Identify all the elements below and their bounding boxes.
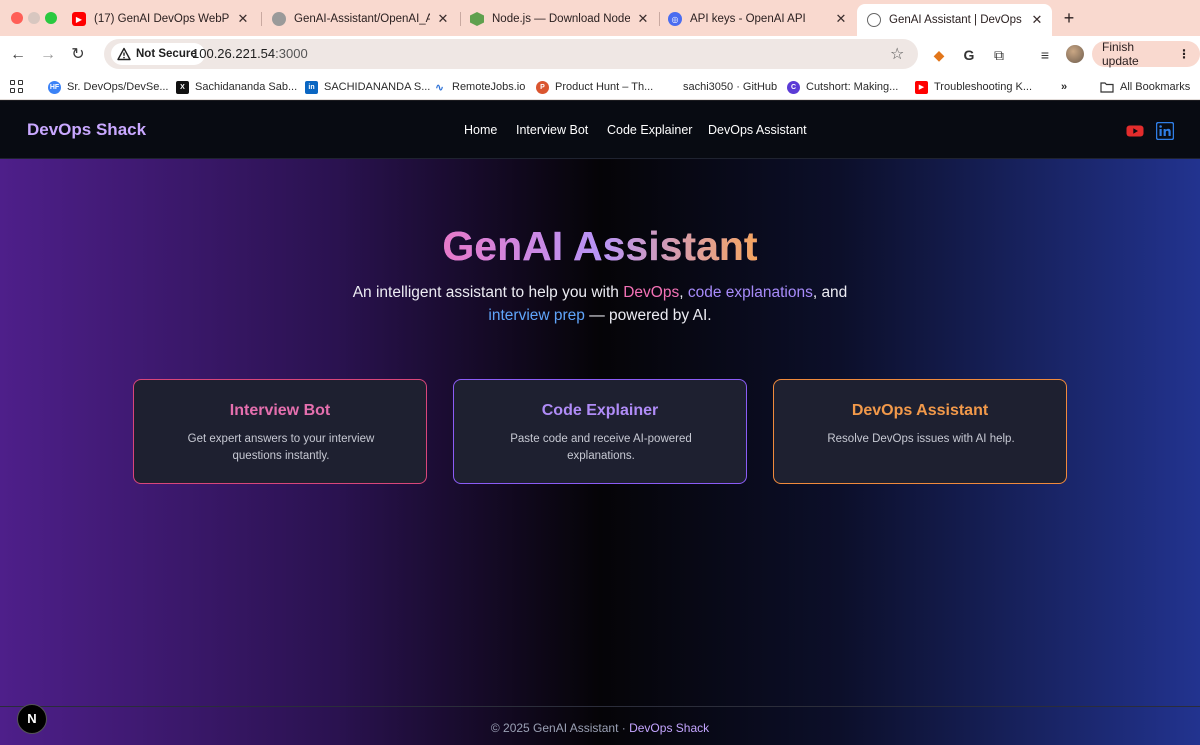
more-bookmarks-chevron-icon[interactable]: »: [1061, 79, 1067, 95]
all-bookmarks-folder[interactable]: All Bookmarks: [1100, 79, 1190, 95]
producthunt-icon: P: [536, 80, 549, 94]
close-tab-icon[interactable]: ✕: [236, 11, 250, 27]
bookmark-item[interactable]: P Product Hunt – Th...: [536, 79, 653, 95]
card-devops-assistant[interactable]: DevOps Assistant Resolve DevOps issues w…: [773, 379, 1067, 484]
media-queue-icon[interactable]: ≡: [1035, 45, 1055, 65]
reload-icon[interactable]: ↻: [67, 44, 89, 66]
youtube-icon[interactable]: [1126, 122, 1144, 140]
card-code-explainer[interactable]: Code Explainer Paste code and receive AI…: [453, 379, 747, 484]
close-tab-icon[interactable]: ✕: [636, 11, 650, 27]
youtube-icon: ▶: [72, 12, 86, 26]
bookmark-item[interactable]: sachi3050 · GitHub: [683, 79, 777, 95]
bookmark-star-icon[interactable]: ☆: [890, 44, 904, 64]
close-window-button[interactable]: [11, 12, 23, 24]
youtube-icon: ▶: [915, 80, 928, 94]
not-secure-chip[interactable]: Not Secure: [111, 43, 205, 65]
metamask-icon[interactable]: ◆: [929, 45, 949, 65]
url-text[interactable]: 100.26.221.54:3000: [192, 46, 308, 61]
forward-arrow-icon[interactable]: →: [37, 44, 59, 66]
close-tab-icon[interactable]: ✕: [1030, 12, 1044, 28]
folder-icon: [1100, 82, 1114, 93]
minimize-window-button[interactable]: [28, 12, 40, 24]
remotejobs-icon: ∿: [433, 80, 446, 94]
hero-subtitle: An intelligent assistant to help you wit…: [352, 284, 848, 324]
address-bar[interactable]: Not Secure 100.26.221.54:3000 ☆: [104, 39, 918, 69]
browser-tab[interactable]: Node.js — Download Node.js® ✕: [460, 4, 658, 34]
hf-icon: HF: [48, 80, 61, 94]
warning-icon: [117, 47, 131, 61]
bookmark-item[interactable]: in SACHIDANANDA S...: [305, 79, 430, 95]
bookmarks-bar: HF Sr. DevOps/DevSe... X Sachidananda Sab.…: [0, 74, 1200, 100]
linkedin-icon: in: [305, 80, 318, 94]
web-page: DevOps Shack Home Interview Bot Code Exp…: [0, 101, 1200, 745]
close-tab-icon[interactable]: ✕: [436, 11, 450, 27]
bookmark-item[interactable]: X Sachidananda Sab...: [176, 79, 297, 95]
profile-avatar[interactable]: [1066, 45, 1084, 63]
card-interview-bot[interactable]: Interview Bot Get expert answers to your…: [133, 379, 427, 484]
github-icon: [272, 12, 286, 26]
apps-grid-icon[interactable]: [10, 80, 24, 94]
nav-devops-assistant[interactable]: DevOps Assistant: [708, 123, 807, 137]
maximize-window-button[interactable]: [45, 12, 57, 24]
nav-home[interactable]: Home: [464, 123, 497, 137]
extension-g-icon[interactable]: G: [959, 45, 979, 65]
finish-update-button[interactable]: Finish update ⋮: [1092, 40, 1200, 68]
nodejs-icon: [470, 12, 484, 26]
extensions-puzzle-icon[interactable]: ⧉: [989, 45, 1009, 65]
browser-toolbar: ← → ↻ Not Secure 100.26.221.54:3000 ☆ ◆ …: [0, 36, 1200, 74]
hero-title: GenAI Assistant: [0, 223, 1200, 270]
browser-tab-active[interactable]: GenAI Assistant | DevOps Sha ✕: [857, 4, 1052, 36]
nav-interview-bot[interactable]: Interview Bot: [516, 123, 588, 137]
nav-code-explainer[interactable]: Code Explainer: [607, 123, 692, 137]
linkedin-icon[interactable]: [1156, 122, 1174, 140]
nextjs-dev-badge[interactable]: N: [17, 704, 47, 734]
back-arrow-icon[interactable]: ←: [7, 44, 29, 66]
openai-icon: ◎: [668, 12, 682, 26]
x-icon: X: [176, 80, 189, 94]
browser-tab[interactable]: ▶ (17) GenAI DevOps WebProje ✕: [62, 4, 258, 34]
new-tab-button[interactable]: +: [1061, 8, 1077, 29]
site-header: DevOps Shack Home Interview Bot Code Exp…: [0, 101, 1200, 159]
bookmark-item[interactable]: ∿ RemoteJobs.io: [433, 79, 525, 95]
bookmark-item[interactable]: C Cutshort: Making...: [787, 79, 898, 95]
bookmark-item[interactable]: ▶ Troubleshooting K...: [915, 79, 1032, 95]
bookmark-item[interactable]: HF Sr. DevOps/DevSe...: [48, 79, 168, 95]
more-menu-icon[interactable]: ⋮: [1178, 47, 1190, 61]
cutshort-icon: C: [787, 80, 800, 94]
browser-tab[interactable]: GenAI-Assistant/OpenAI_API ✕: [262, 4, 458, 34]
close-tab-icon[interactable]: ✕: [834, 11, 848, 27]
globe-icon: [867, 13, 881, 27]
browser-tab-bar: ▶ (17) GenAI DevOps WebProje ✕ GenAI-Ass…: [0, 0, 1200, 36]
site-footer: © 2025 GenAI Assistant · DevOps Shack: [0, 706, 1200, 745]
browser-tab[interactable]: ◎ API keys - OpenAI API ✕: [658, 4, 856, 34]
site-brand[interactable]: DevOps Shack: [27, 120, 146, 140]
